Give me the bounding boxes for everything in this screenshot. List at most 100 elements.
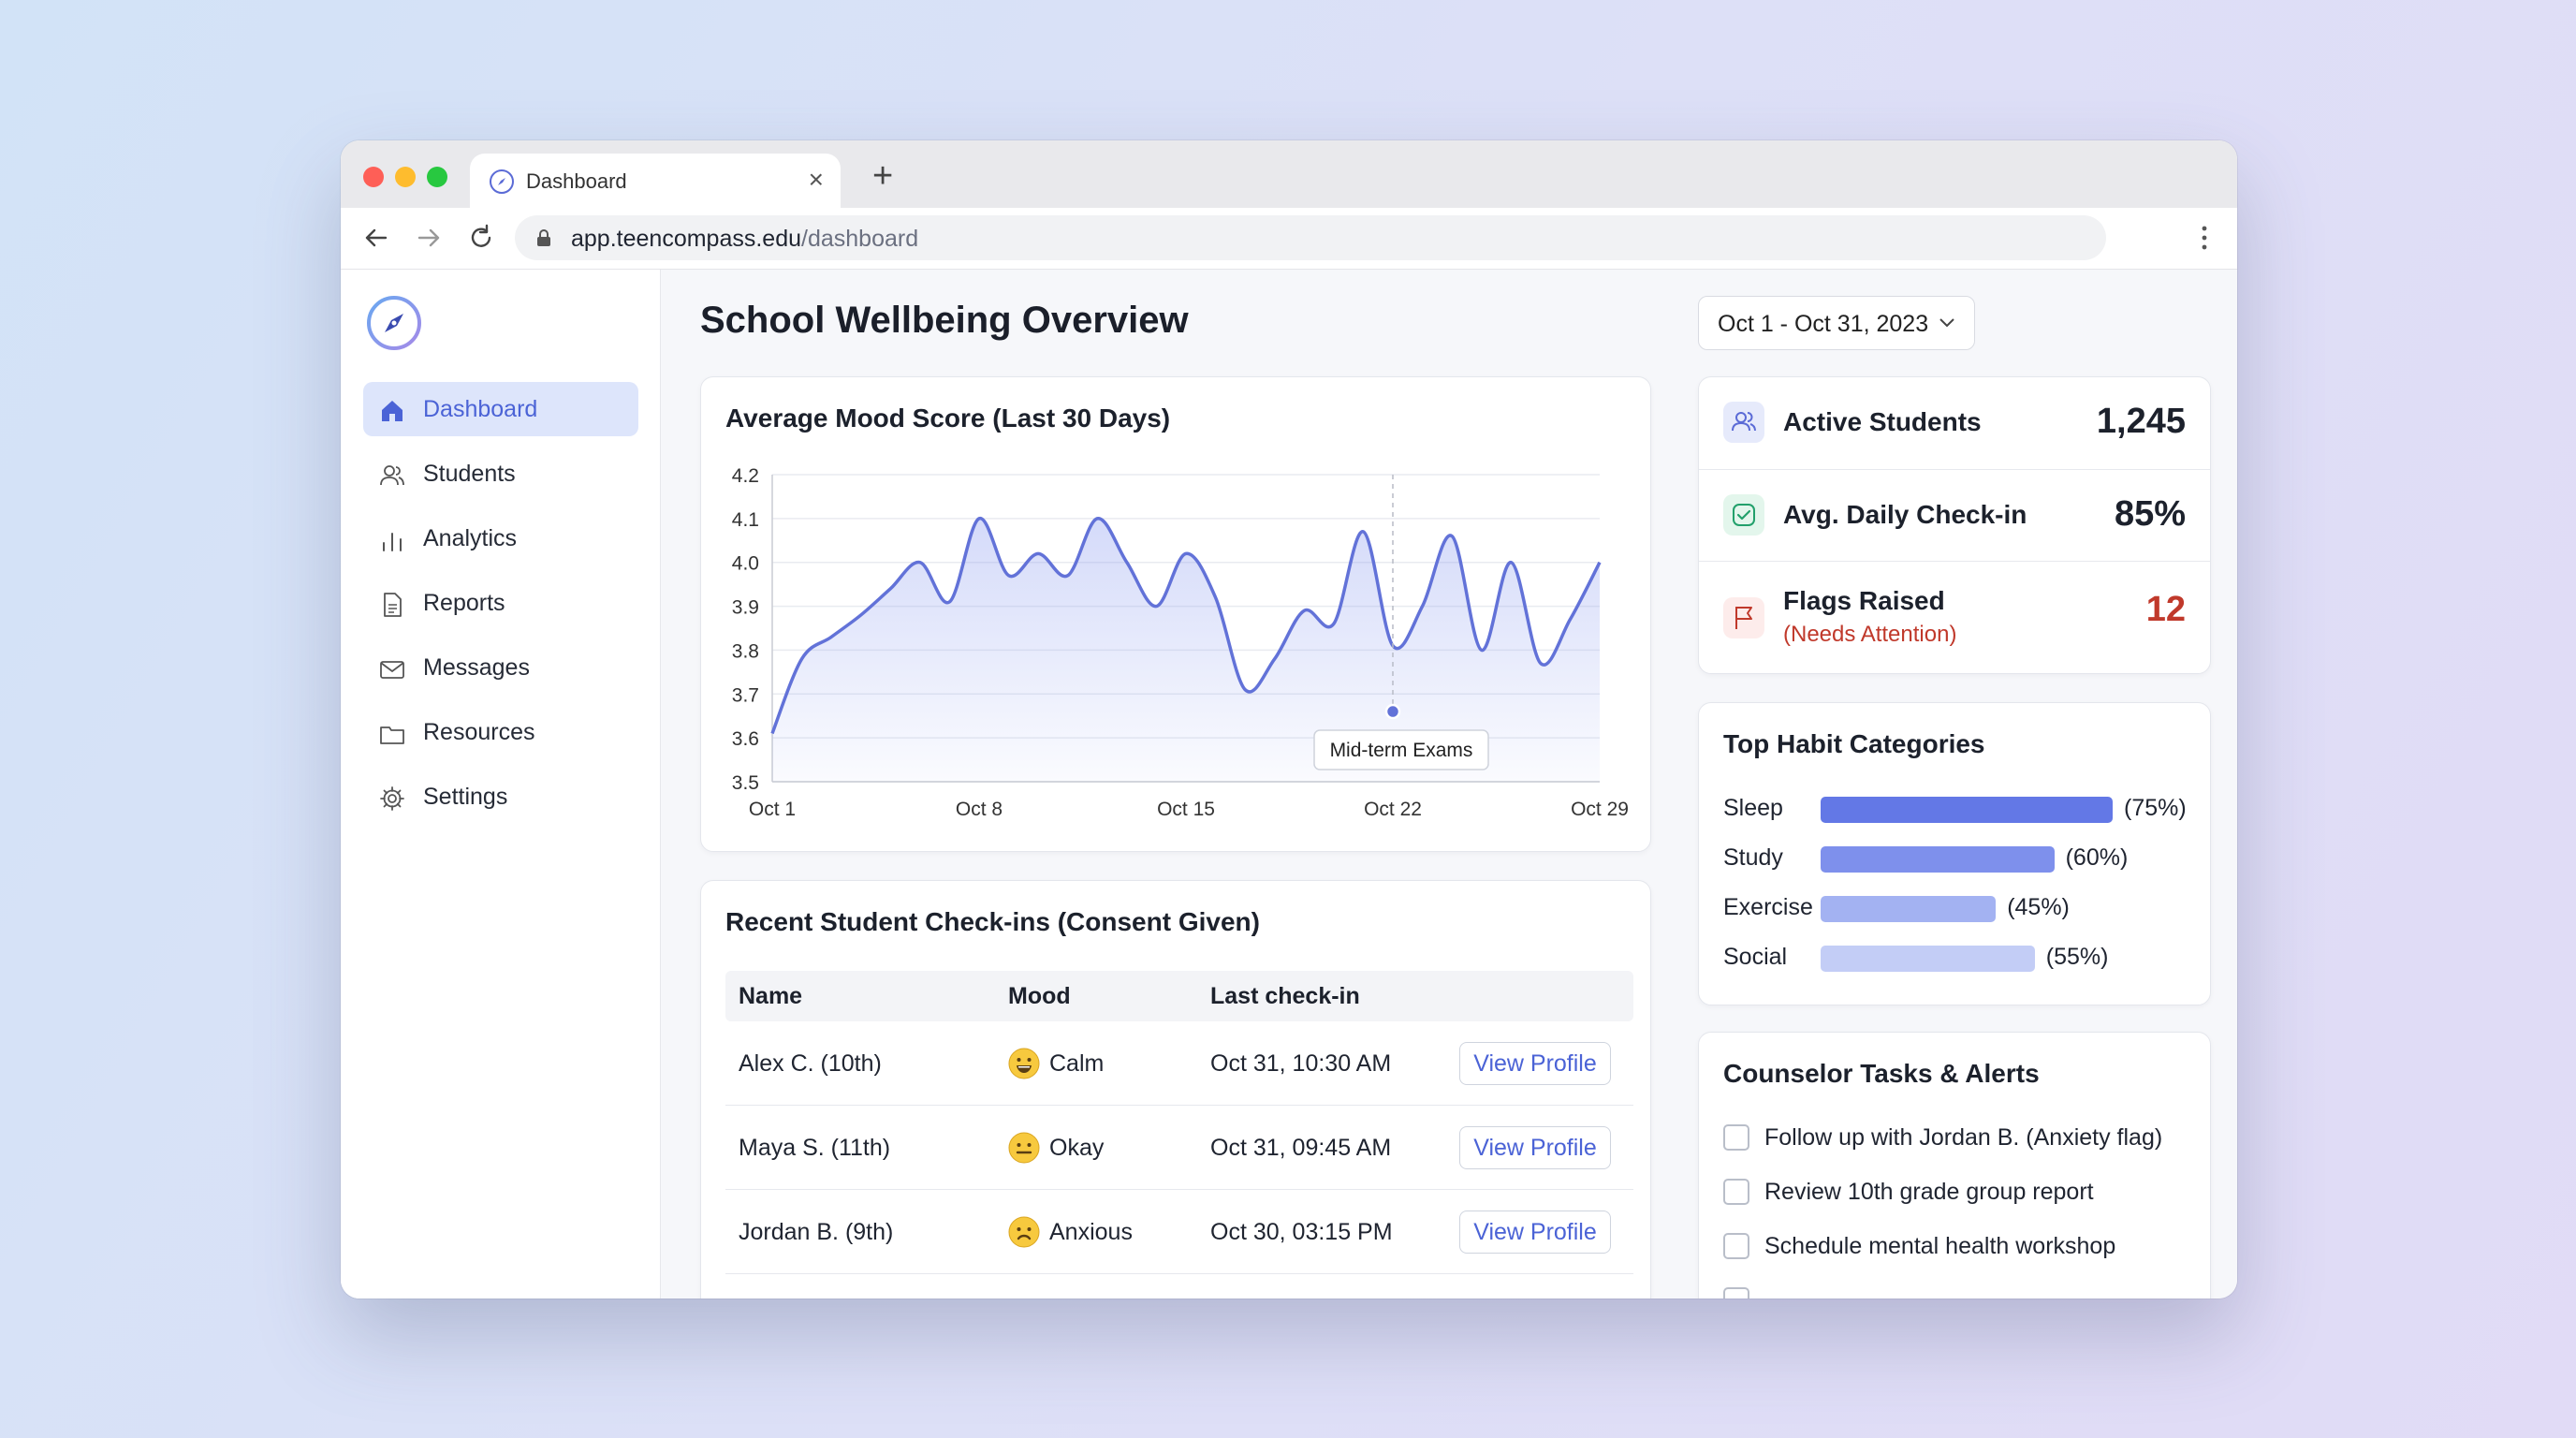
sidebar-item-messages[interactable]: Messages	[363, 640, 638, 695]
student-name: Alex C. (10th)	[739, 1050, 882, 1077]
app-area: Dashboard Students Analytics Reports Mes…	[341, 270, 2237, 1299]
task-checkbox[interactable]	[1723, 1179, 1749, 1205]
stat-label: Active Students	[1783, 407, 1982, 436]
y-tick-label: 4.1	[732, 509, 759, 531]
view-profile-button[interactable]: View Profile	[1459, 1211, 1611, 1254]
task-label: Follow up with Jordan B. (Anxiety flag)	[1764, 1124, 2163, 1151]
checkin-time: Oct 31, 09:45 AM	[1210, 1135, 1392, 1161]
flag-icon	[1723, 597, 1764, 638]
users-icon	[1723, 402, 1764, 443]
compass-logo-icon	[367, 296, 421, 350]
users-icon	[380, 465, 404, 486]
maximize-window-button[interactable]	[427, 167, 447, 187]
sidebar-item-resources[interactable]: Resources	[363, 705, 638, 759]
more-options-icon[interactable]	[2200, 221, 2209, 255]
sidebar-item-label: Resources	[423, 719, 535, 745]
view-profile-button[interactable]: View Profile	[1459, 1126, 1611, 1169]
mail-icon	[380, 661, 404, 679]
habit-name: Exercise	[1723, 894, 1813, 920]
checkins-title: Recent Student Check-ins (Consent Given)	[725, 907, 1260, 936]
sidebar-item-label: Messages	[423, 654, 530, 681]
sidebar-item-label: Dashboard	[423, 396, 538, 422]
mood-label: Anxious	[1049, 1219, 1133, 1245]
habit-bar	[1821, 896, 1997, 922]
y-tick-label: 3.9	[732, 597, 759, 619]
y-tick-label: 4.2	[732, 465, 759, 487]
url-domain: app.teencompass.edu	[571, 226, 802, 252]
sidebar: Dashboard Students Analytics Reports Mes…	[341, 270, 661, 1299]
sidebar-item-label: Reports	[423, 590, 505, 616]
task-item[interactable]: Review 10th grade group report	[1723, 1173, 2191, 1211]
habit-name: Social	[1723, 944, 1788, 970]
checkins-card: Recent Student Check-ins (Consent Given)…	[700, 880, 1651, 1299]
habits-card: Top Habit Categories Sleep (75%) Study (…	[1698, 702, 2211, 1005]
annotation-label: Mid-term Exams	[1330, 740, 1473, 761]
close-tab-icon[interactable]: ×	[809, 165, 824, 195]
address-bar[interactable]: app.teencompass.edu/dashboard	[515, 215, 2106, 260]
habit-percent: (75%)	[2124, 795, 2187, 821]
tasks-title: Counselor Tasks & Alerts	[1723, 1059, 2040, 1088]
task-item[interactable]	[1723, 1282, 2191, 1299]
x-tick-label: Oct 15	[1157, 799, 1215, 820]
table-row: Alex C. (10th) Calm Oct 31, 10:30 AM Vie…	[725, 1021, 1633, 1106]
task-item[interactable]: Schedule mental health workshop	[1723, 1227, 2191, 1265]
y-tick-label: 3.7	[732, 684, 759, 706]
main-content: School Wellbeing Overview Oct 1 - Oct 31…	[661, 270, 2237, 1299]
gear-icon	[380, 786, 404, 811]
student-name: Maya S. (11th)	[739, 1135, 891, 1161]
sidebar-item-settings[interactable]: Settings	[363, 770, 638, 824]
folder-icon	[380, 726, 404, 744]
back-arrow-icon[interactable]	[359, 221, 393, 255]
sidebar-item-label: Settings	[423, 784, 508, 810]
column-header-mood: Mood	[1008, 983, 1071, 1009]
url-text: app.teencompass.edu/dashboard	[571, 226, 918, 253]
date-range-select[interactable]: Oct 1 - Oct 31, 2023	[1698, 296, 1975, 350]
task-checkbox[interactable]	[1723, 1124, 1749, 1151]
smile-icon	[1008, 1048, 1040, 1079]
sidebar-item-reports[interactable]: Reports	[363, 576, 638, 630]
stat-daily-checkin: Avg. Daily Check-in 85%	[1699, 469, 2210, 561]
tab-dashboard[interactable]: Dashboard ×	[470, 154, 841, 208]
stat-value: 85%	[2114, 494, 2186, 534]
minimize-window-button[interactable]	[395, 167, 416, 187]
sidebar-item-analytics[interactable]: Analytics	[363, 511, 638, 565]
y-tick-label: 3.5	[732, 772, 759, 794]
forward-arrow-icon[interactable]	[412, 221, 446, 255]
neutral-face-icon	[1008, 1132, 1040, 1164]
table-header: Name Mood Last check-in	[725, 971, 1633, 1021]
new-tab-button[interactable]: +	[872, 157, 893, 195]
mood-label: Okay	[1049, 1135, 1105, 1161]
stats-card: Active Students 1,245 Avg. Daily Check-i…	[1698, 376, 2211, 674]
sidebar-item-students[interactable]: Students	[363, 447, 638, 501]
document-icon	[384, 593, 402, 617]
task-label: Schedule mental health workshop	[1764, 1233, 2116, 1259]
task-checkbox[interactable]	[1723, 1287, 1749, 1299]
habit-row: Social (55%)	[1723, 938, 2191, 976]
task-label: Review 10th grade group report	[1764, 1179, 2094, 1205]
student-name: Jordan B. (9th)	[739, 1219, 894, 1245]
mood-line-chart: 4.2 4.1 4.0 3.9 3.8 3.7 3.6 3.5 Oct 1 Oct 8 Oct 15…	[732, 465, 1629, 820]
view-profile-button[interactable]: View Profile	[1459, 1042, 1611, 1085]
close-window-button[interactable]	[363, 167, 384, 187]
page-title: School Wellbeing Overview	[700, 300, 1189, 341]
tab-title: Dashboard	[526, 169, 627, 193]
check-square-icon	[1723, 494, 1764, 536]
checkin-time: Oct 30, 03:15 PM	[1210, 1219, 1393, 1245]
habit-percent: (55%)	[2045, 944, 2109, 970]
habit-row: Study (60%)	[1723, 839, 2191, 876]
chevron-down-icon	[1939, 318, 1954, 328]
task-checkbox[interactable]	[1723, 1233, 1749, 1259]
reload-icon[interactable]	[464, 221, 498, 255]
habit-name: Sleep	[1723, 795, 1783, 821]
x-tick-label: Oct 8	[956, 799, 1003, 820]
sidebar-item-dashboard[interactable]: Dashboard	[363, 382, 638, 436]
home-icon	[382, 401, 402, 421]
annotation-point	[1384, 703, 1401, 720]
browser-toolbar: app.teencompass.edu/dashboard	[341, 208, 2237, 270]
worried-face-icon	[1008, 1216, 1040, 1248]
stat-sublabel: (Needs Attention)	[1783, 622, 1957, 647]
task-item[interactable]: Follow up with Jordan B. (Anxiety flag)	[1723, 1119, 2191, 1156]
y-tick-label: 3.6	[732, 728, 759, 750]
habit-bar	[1821, 946, 2035, 972]
mood-chart-card: Average Mood Score (Last 30 Days) 4.2 4.1…	[700, 376, 1651, 852]
